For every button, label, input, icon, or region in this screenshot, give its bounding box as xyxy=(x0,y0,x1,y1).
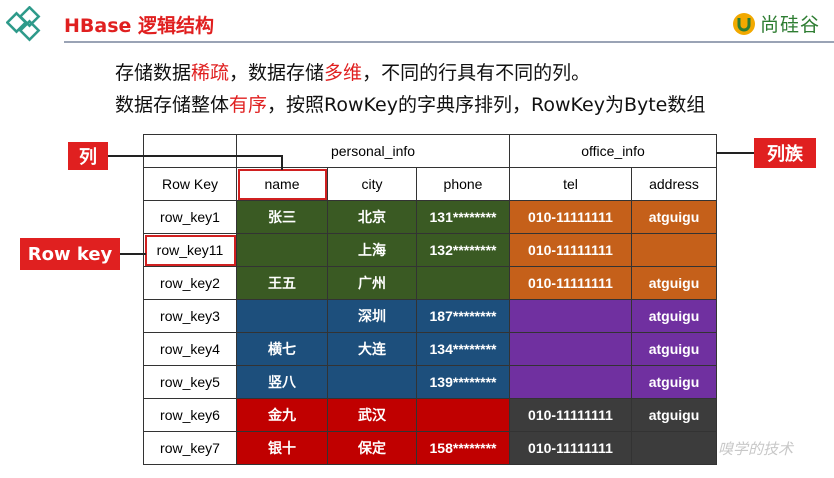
table-row: row_key2 王五 广州 010-11111111 atguigu xyxy=(143,266,717,300)
city-cell: 广州 xyxy=(327,266,417,300)
name-cell: 王五 xyxy=(236,266,328,300)
city-cell: 上海 xyxy=(327,233,417,267)
city-cell: 北京 xyxy=(327,200,417,234)
text-segment: ，按照RowKey的字典序排列，RowKey为Byte数组 xyxy=(267,94,706,116)
row-key-cell: row_key4 xyxy=(143,332,237,366)
name-cell: 横七 xyxy=(236,332,328,366)
column-family-connector xyxy=(716,152,754,154)
title-divider xyxy=(64,41,834,43)
phone-cell: 158******** xyxy=(416,431,510,465)
table-row: row_key6 金九 武汉 010-11111111 atguigu xyxy=(143,398,717,432)
highlight-sparse: 稀疏 xyxy=(191,62,230,84)
row-key-cell: row_key2 xyxy=(143,266,237,300)
city-cell: 大连 xyxy=(327,332,417,366)
name-cell: 张三 xyxy=(236,200,328,234)
name-cell xyxy=(236,299,328,333)
text-segment: 存储数据 xyxy=(115,62,192,84)
name-cell xyxy=(236,233,328,267)
tel-cell: 010-11111111 xyxy=(509,431,632,465)
row-key-callout: Row key xyxy=(20,238,120,270)
table-row: row_key1 张三 北京 131******** 010-11111111 … xyxy=(143,200,717,234)
row-key-cell: row_key1 xyxy=(143,200,237,234)
header-tel: tel xyxy=(509,167,632,201)
city-cell: 保定 xyxy=(327,431,417,465)
brand-logo: 尚硅谷 xyxy=(732,10,820,37)
text-segment: ，数据存储 xyxy=(229,62,325,84)
header-address: address xyxy=(631,167,717,201)
phone-cell: 139******** xyxy=(416,365,510,399)
tel-cell: 010-11111111 xyxy=(509,398,632,432)
phone-cell: 187******** xyxy=(416,299,510,333)
header-phone: phone xyxy=(416,167,510,201)
tel-cell xyxy=(509,365,632,399)
city-cell: 深圳 xyxy=(327,299,417,333)
name-cell: 金九 xyxy=(236,398,328,432)
column-callout: 列 xyxy=(68,142,108,170)
text-segment: 数据存储整体 xyxy=(115,94,230,116)
page-title: HBase 逻辑结构 xyxy=(64,15,215,37)
tel-cell: 010-11111111 xyxy=(509,266,632,300)
header-rowkey: Row Key xyxy=(143,167,237,201)
table-row: row_key3 深圳 187******** atguigu xyxy=(143,299,717,333)
family-office-info: office_info xyxy=(509,134,717,168)
family-header-row: personal_info office_info xyxy=(143,134,717,168)
tel-cell xyxy=(509,332,632,366)
empty-cell xyxy=(143,134,237,168)
row-key-cell: row_key5 xyxy=(143,365,237,399)
description-line-1: 存储数据稀疏，数据存储多维，不同的行具有不同的列。 xyxy=(115,58,590,85)
address-cell: atguigu xyxy=(631,332,717,366)
tel-cell xyxy=(509,299,632,333)
phone-cell: 134******** xyxy=(416,332,510,366)
tel-cell: 010-11111111 xyxy=(509,233,632,267)
address-cell xyxy=(631,233,717,267)
address-cell: atguigu xyxy=(631,365,717,399)
brand-name: 尚硅谷 xyxy=(759,14,820,36)
text-segment: ，不同的行具有不同的列。 xyxy=(362,62,591,84)
table-row: row_key5 竖八 139******** atguigu xyxy=(143,365,717,399)
name-cell: 竖八 xyxy=(236,365,328,399)
header-name: name xyxy=(236,167,328,201)
city-cell: 武汉 xyxy=(327,398,417,432)
column-connector-h xyxy=(108,155,282,157)
row-key-cell: row_key7 xyxy=(143,431,237,465)
phone-cell xyxy=(416,266,510,300)
column-connector-v xyxy=(281,155,283,170)
diamond-logo-icon xyxy=(6,6,41,42)
address-cell: atguigu xyxy=(631,200,717,234)
address-cell: atguigu xyxy=(631,266,717,300)
phone-cell: 132******** xyxy=(416,233,510,267)
row-key-cell: row_key11 xyxy=(143,233,237,267)
city-cell xyxy=(327,365,417,399)
address-cell: atguigu xyxy=(631,299,717,333)
phone-cell xyxy=(416,398,510,432)
highlight-multidim: 多维 xyxy=(324,62,363,84)
family-personal-info: personal_info xyxy=(236,134,510,168)
table-row: row_key4 横七 大连 134******** atguigu xyxy=(143,332,717,366)
brand-u-icon xyxy=(732,12,755,35)
row-key-cell: row_key3 xyxy=(143,299,237,333)
column-family-callout: 列族 xyxy=(754,138,816,168)
hbase-logical-table: personal_info office_info Row Key name c… xyxy=(143,134,717,465)
header-city: city xyxy=(327,167,417,201)
column-header-row: Row Key name city phone tel address xyxy=(143,167,717,201)
row-key-connector xyxy=(120,253,146,255)
name-cell: 银十 xyxy=(236,431,328,465)
tel-cell: 010-11111111 xyxy=(509,200,632,234)
address-cell xyxy=(631,431,717,465)
watermark: 嗅学的技术 xyxy=(718,440,794,458)
highlight-ordered: 有序 xyxy=(229,94,268,116)
description-line-2: 数据存储整体有序，按照RowKey的字典序排列，RowKey为Byte数组 xyxy=(115,90,705,117)
phone-cell: 131******** xyxy=(416,200,510,234)
table-row: row_key7 银十 保定 158******** 010-11111111 xyxy=(143,431,717,465)
row-key-cell: row_key6 xyxy=(143,398,237,432)
table-row: row_key11 上海 132******** 010-11111111 xyxy=(143,233,717,267)
address-cell: atguigu xyxy=(631,398,717,432)
